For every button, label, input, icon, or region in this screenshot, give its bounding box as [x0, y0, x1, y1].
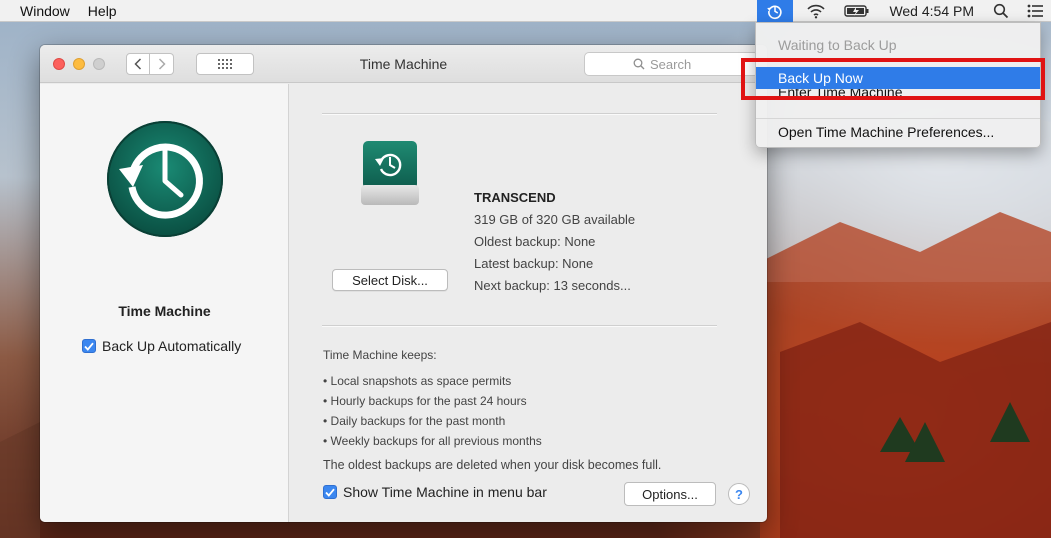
back-up-automatically-checkbox[interactable]: Back Up Automatically: [82, 338, 241, 354]
sidebar-pane: Time Machine Back Up Automatically: [40, 84, 289, 522]
menu-extras: Wed 4:54 PM: [757, 0, 1051, 22]
zoom-window-button[interactable]: [93, 58, 105, 70]
forward-button[interactable]: [150, 53, 174, 75]
search-icon: [633, 58, 645, 70]
navigation-buttons: [126, 53, 174, 75]
grid-icon: [218, 59, 232, 69]
notification-center-menu-button[interactable]: [1018, 0, 1051, 22]
show-all-button[interactable]: [196, 53, 254, 75]
search-input[interactable]: [650, 56, 710, 72]
menu-item-back-up-now[interactable]: Back Up Now: [756, 67, 1040, 89]
app-name-label: Time Machine: [118, 303, 211, 319]
menu-item-enter-time-machine[interactable]: Enter Time Machine: [756, 89, 1040, 99]
divider-middle: [322, 325, 717, 326]
time-machine-menu-button[interactable]: [757, 0, 794, 22]
retention-list: • Local snapshots as space permits • Hou…: [323, 371, 661, 451]
enter-time-machine-label: Enter Time Machine: [778, 89, 903, 99]
menu-clock[interactable]: Wed 4:54 PM: [879, 3, 984, 19]
checkbox-checked-icon[interactable]: [323, 485, 337, 499]
battery-icon: [844, 5, 869, 17]
show-in-menu-bar-label: Show Time Machine in menu bar: [343, 484, 547, 500]
menu-separator: [756, 118, 1040, 119]
show-in-menu-bar-checkbox[interactable]: Show Time Machine in menu bar: [323, 484, 547, 500]
disk-name: TRANSCEND: [474, 190, 556, 205]
spotlight-icon: [993, 3, 1009, 19]
battery-menu-button[interactable]: [835, 0, 879, 22]
notification-center-icon: [1027, 4, 1043, 18]
menu-window[interactable]: Window: [0, 3, 79, 19]
retention-note: The oldest backups are deleted when your…: [323, 458, 662, 472]
wifi-menu-button[interactable]: [797, 0, 835, 22]
wifi-icon: [807, 4, 826, 19]
spotlight-menu-button[interactable]: [984, 0, 1018, 22]
list-item: • Local snapshots as space permits: [323, 374, 512, 388]
oldest-backup: Oldest backup: None: [474, 234, 596, 249]
time-machine-preferences-window: Time Machine Time Machine: [40, 45, 767, 522]
retention-heading: Time Machine keeps:: [323, 348, 437, 362]
select-disk-button[interactable]: Select Disk...: [332, 269, 448, 291]
chevron-left-icon: [134, 58, 142, 70]
list-item: • Hourly backups for the past 24 hours: [323, 394, 527, 408]
menu-bar: Window Help Wed 4:54 PM: [0, 0, 1051, 22]
checkbox-checked-icon[interactable]: [82, 339, 96, 353]
latest-backup: Latest backup: None: [474, 256, 594, 271]
list-item: • Daily backups for the past month: [323, 414, 506, 428]
main-pane: Select Disk... TRANSCEND 319 GB of 320 G…: [290, 84, 767, 522]
divider-top: [322, 113, 717, 114]
options-button[interactable]: Options...: [624, 482, 716, 506]
close-window-button[interactable]: [53, 58, 65, 70]
time-machine-dropdown-menu: Waiting to Back Up Back Up Now Enter Tim…: [755, 22, 1041, 148]
disk-available: 319 GB of 320 GB available: [474, 212, 636, 227]
help-button[interactable]: ?: [728, 483, 750, 505]
menu-help[interactable]: Help: [79, 3, 126, 19]
retention-info: Time Machine keeps: • Local snapshots as…: [323, 348, 661, 472]
chevron-right-icon: [158, 58, 166, 70]
search-field[interactable]: [584, 52, 759, 76]
menu-item-status: Waiting to Back Up: [778, 37, 897, 53]
menu-item-open-preferences[interactable]: Open Time Machine Preferences...: [756, 121, 1040, 143]
list-item: • Weekly backups for all previous months: [323, 434, 542, 448]
disk-info: TRANSCEND 319 GB of 320 GB available Old…: [474, 189, 635, 297]
minimize-window-button[interactable]: [73, 58, 85, 70]
time-machine-app-icon: [107, 121, 223, 237]
back-up-automatically-label: Back Up Automatically: [102, 338, 242, 354]
window-titlebar[interactable]: Time Machine: [40, 45, 767, 83]
back-button[interactable]: [126, 53, 150, 75]
next-backup: Next backup: 13 seconds...: [474, 278, 631, 293]
backup-disk-icon: [361, 141, 419, 205]
time-machine-icon: [767, 5, 783, 20]
